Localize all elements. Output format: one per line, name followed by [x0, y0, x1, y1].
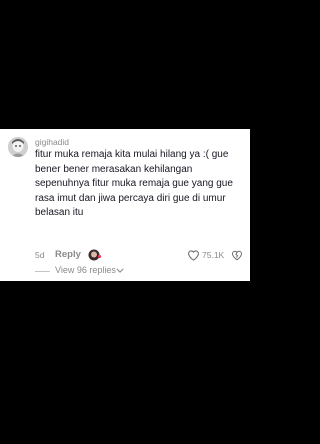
- comment-username[interactable]: gigihadid: [35, 137, 69, 148]
- reply-button[interactable]: Reply: [55, 249, 81, 260]
- user-avatar[interactable]: [8, 137, 28, 157]
- comment-text: fitur muka remaja kita mulai hilang ya :…: [35, 149, 233, 219]
- heart-icon: [188, 250, 199, 261]
- like-count: 75.1K: [202, 250, 225, 260]
- creator-liked-avatar: [88, 248, 102, 262]
- chevron-down-icon: [116, 268, 124, 273]
- dislike-icon[interactable]: [231, 249, 243, 262]
- user-avatar-image: [8, 137, 28, 157]
- comment-actions: 5d Reply 75.1K: [35, 249, 247, 263]
- comment-card: gigihadid fitur muka remaja kita mulai h…: [0, 129, 250, 281]
- view-replies-button[interactable]: View 96 replies: [35, 265, 145, 277]
- comment-timestamp: 5d: [35, 250, 45, 260]
- like-button[interactable]: 75.1K: [187, 249, 227, 263]
- replies-divider: [35, 271, 50, 272]
- view-replies-label: View 96 replies: [55, 265, 116, 275]
